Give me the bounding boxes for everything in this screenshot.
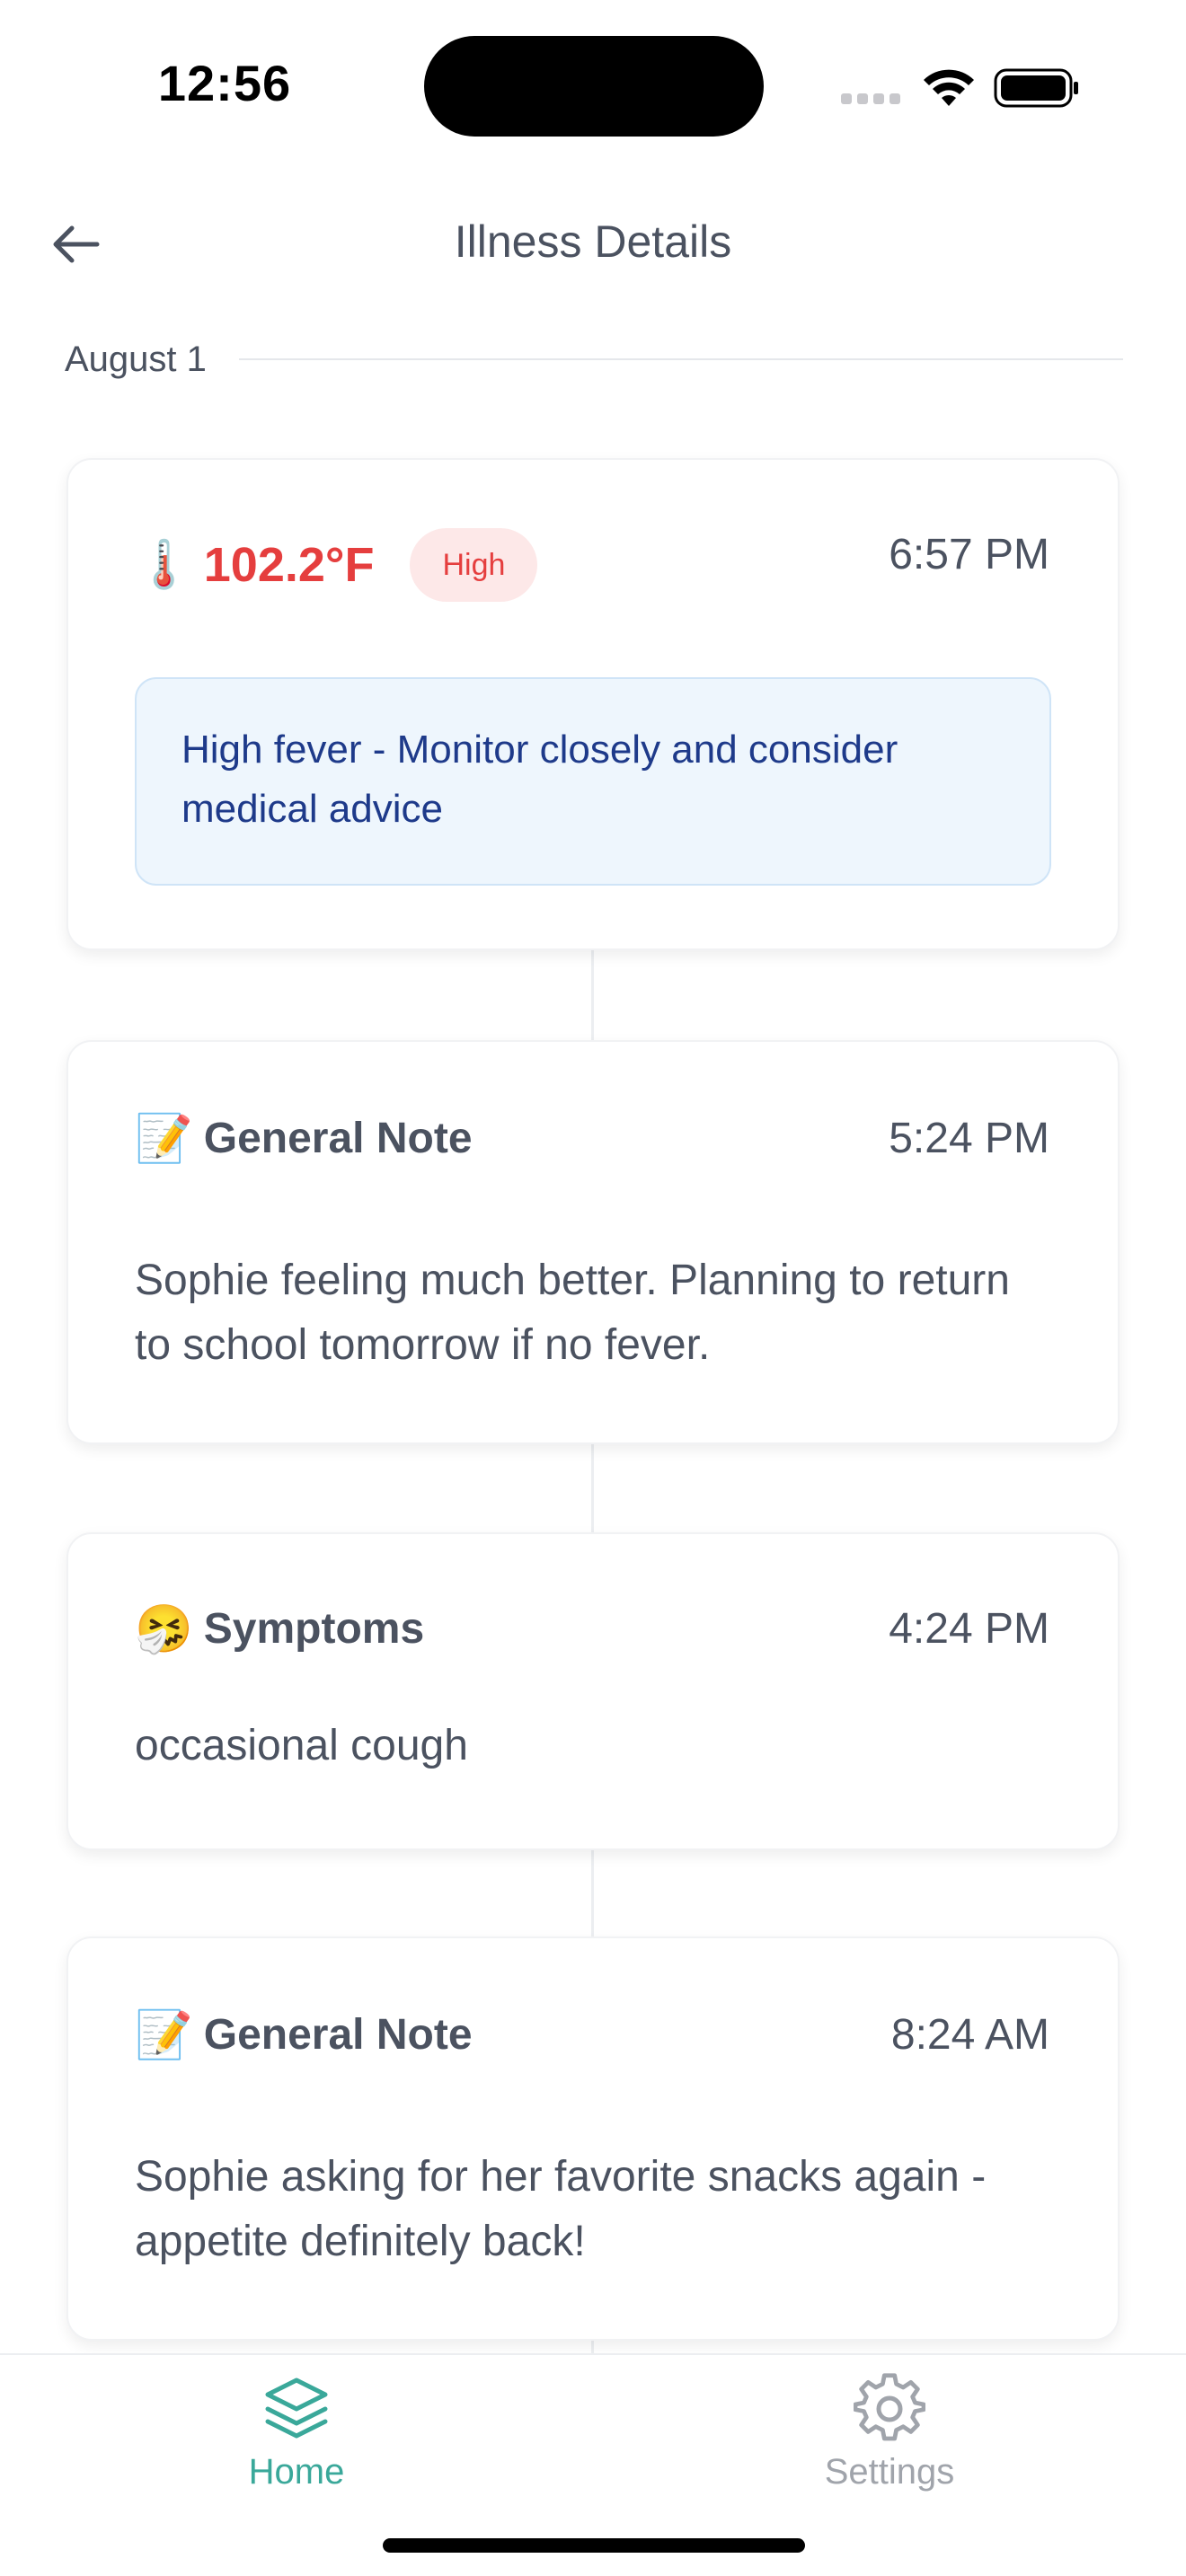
entry-text: Sophie feeling much better. Planning to … bbox=[135, 1257, 1010, 1369]
symptoms-header: 🤧 Symptoms bbox=[135, 1604, 424, 1654]
memo-icon: 📝 bbox=[135, 2008, 193, 2061]
layers-icon bbox=[265, 2378, 328, 2439]
temperature-header: 🌡️ 102.2°F High bbox=[135, 528, 538, 602]
entry-title: Symptoms bbox=[203, 1605, 425, 1653]
entry-text: Sophie asking for her favorite snacks ag… bbox=[135, 2153, 987, 2265]
battery-icon bbox=[994, 68, 1078, 108]
status-time: 12:56 bbox=[157, 55, 292, 111]
status-bar: 12:56 bbox=[0, 0, 1186, 171]
thermometer-icon: 🌡️ bbox=[135, 539, 193, 591]
memo-icon: 📝 bbox=[135, 1112, 193, 1165]
home-indicator bbox=[383, 2538, 805, 2553]
entry-text: occasional cough bbox=[135, 1722, 468, 1769]
entry-time: 6:57 PM bbox=[889, 531, 1049, 578]
tab-home[interactable]: Home bbox=[162, 2373, 431, 2492]
sneezing-face-icon: 🤧 bbox=[135, 1602, 193, 1655]
entry-time: 5:24 PM bbox=[889, 1115, 1049, 1162]
entry-time: 8:24 AM bbox=[890, 2011, 1049, 2059]
entry-title: General Note bbox=[203, 1115, 473, 1162]
dynamic-island bbox=[424, 36, 764, 137]
temperature-value: 102.2°F bbox=[203, 538, 375, 592]
page-title: Illness Details bbox=[454, 216, 732, 267]
divider-line bbox=[238, 358, 1123, 360]
tab-label: Home bbox=[248, 2452, 345, 2492]
cellular-signal-icon bbox=[841, 93, 900, 104]
entry-time: 4:24 PM bbox=[889, 1605, 1049, 1653]
wifi-icon bbox=[924, 69, 974, 106]
tab-label: Settings bbox=[824, 2452, 955, 2492]
illness-details-screen: 12:56 Illness Details August 1 🌡️ 102.2°… bbox=[0, 0, 1186, 2576]
date-label: August 1 bbox=[65, 339, 207, 379]
date-divider: August 1 bbox=[65, 332, 1123, 386]
header: Illness Details bbox=[0, 189, 1186, 296]
general-note-card[interactable]: 📝 General Note 8:24 AM Sophie asking for… bbox=[66, 1936, 1120, 2341]
tab-settings[interactable]: Settings bbox=[755, 2373, 1024, 2492]
entry-title: General Note bbox=[203, 2011, 473, 2059]
severity-badge: High bbox=[410, 528, 538, 602]
note-header: 📝 General Note bbox=[135, 1114, 473, 1163]
general-note-card[interactable]: 📝 General Note 5:24 PM Sophie feeling mu… bbox=[66, 1040, 1120, 1444]
fever-advice-box: High fever - Monitor closely and conside… bbox=[135, 677, 1051, 886]
temperature-entry-card[interactable]: 🌡️ 102.2°F High 6:57 PM High fever - Mon… bbox=[66, 458, 1120, 950]
note-header: 📝 General Note bbox=[135, 2010, 473, 2060]
gear-icon bbox=[854, 2373, 925, 2441]
symptoms-card[interactable]: 🤧 Symptoms 4:24 PM occasional cough bbox=[66, 1532, 1120, 1850]
